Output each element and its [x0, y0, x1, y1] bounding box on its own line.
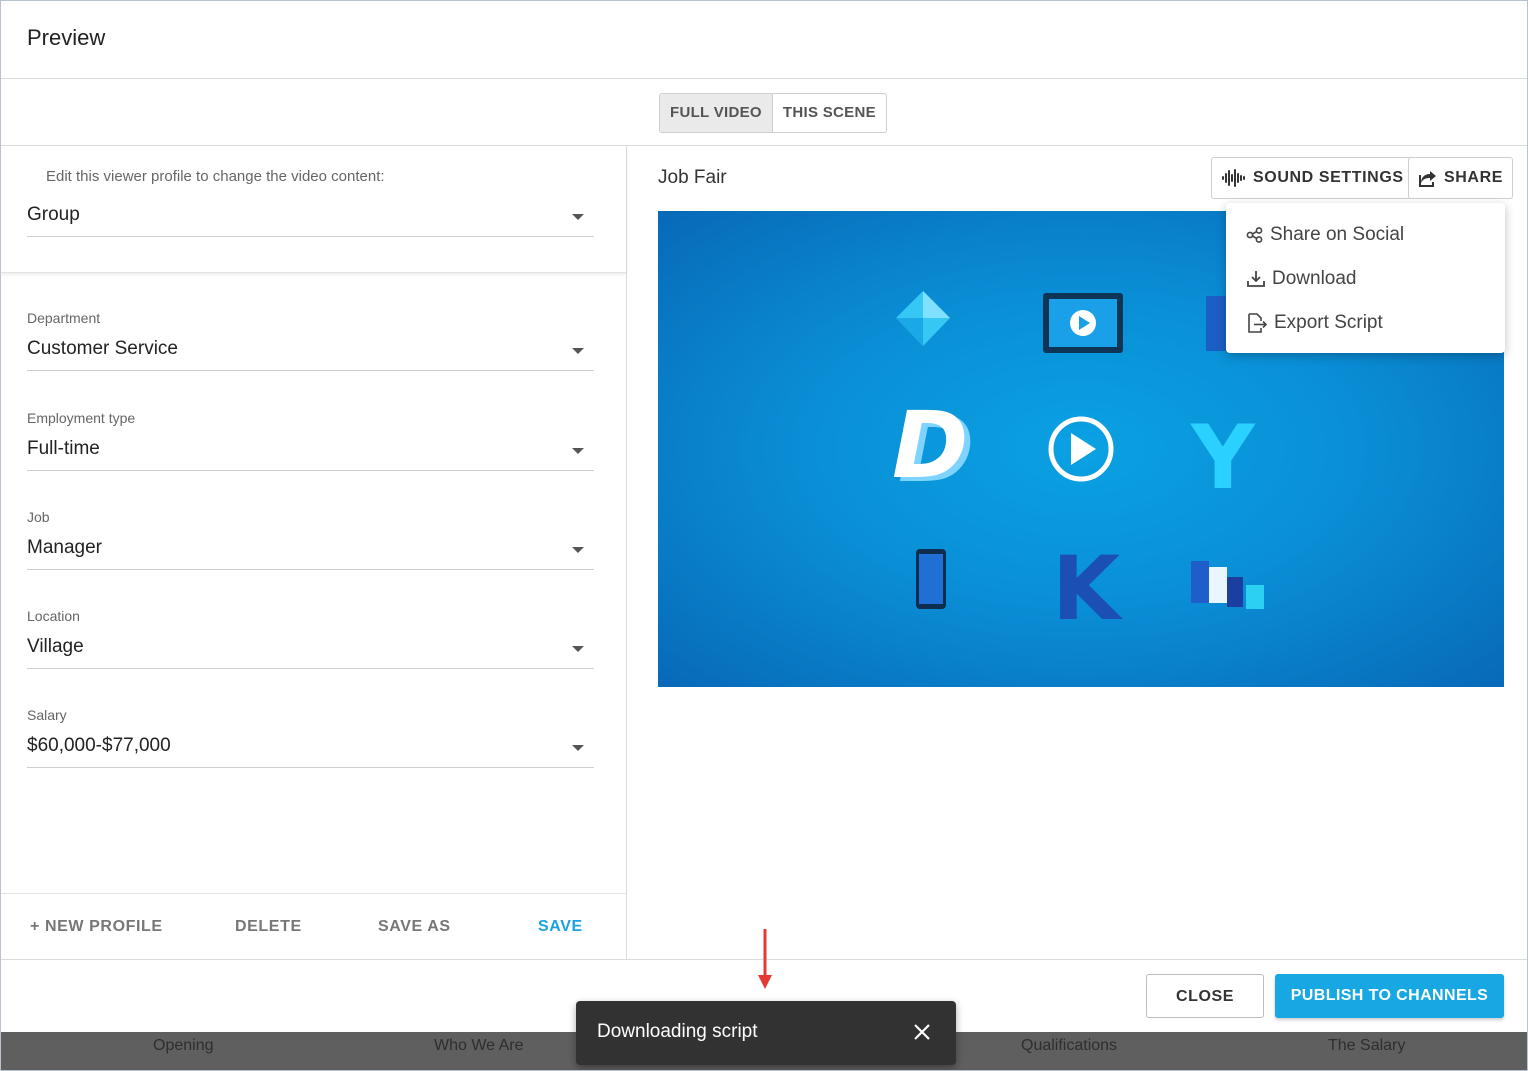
- employment-type-value: Full-time: [27, 438, 100, 459]
- viewer-profile-section: Edit this viewer profile to change the v…: [1, 146, 626, 273]
- view-toggle: FULL VIDEO THIS SCENE: [659, 93, 887, 133]
- export-script-item[interactable]: Export Script: [1246, 308, 1383, 338]
- toast-message: Downloading script: [597, 1021, 758, 1042]
- salary-value: $60,000-$77,000: [27, 735, 171, 756]
- profile-actions: + NEW PROFILE DELETE SAVE AS SAVE: [1, 893, 626, 960]
- department-select[interactable]: Customer Service: [27, 332, 594, 371]
- salary-select[interactable]: $60,000-$77,000: [27, 729, 594, 768]
- dialog-title: Preview: [27, 25, 106, 50]
- scene-tab-qualifications[interactable]: Qualifications: [1021, 1037, 1117, 1055]
- partial-shape-icon: [1206, 296, 1228, 351]
- share-icon: [1419, 171, 1436, 187]
- close-icon[interactable]: [912, 1022, 932, 1042]
- export-script-label: Export Script: [1274, 312, 1383, 333]
- publish-to-channels-button[interactable]: PUBLISH TO CHANNELS: [1275, 974, 1504, 1018]
- download-label: Download: [1272, 268, 1357, 289]
- chevron-down-icon: [572, 646, 584, 652]
- profile-panel: Edit this viewer profile to change the v…: [1, 146, 627, 959]
- share-on-social-label: Share on Social: [1270, 224, 1405, 245]
- view-toggle-bar: FULL VIDEO THIS SCENE: [1, 79, 1527, 146]
- letter-d: D: [892, 392, 968, 499]
- job-label: Job: [27, 509, 50, 525]
- share-label: SHARE: [1444, 169, 1504, 186]
- tablet-play-icon: [1043, 293, 1123, 353]
- location-label: Location: [27, 608, 80, 624]
- job-value: Manager: [27, 537, 102, 558]
- profile-hint: Edit this viewer profile to change the v…: [46, 168, 385, 185]
- profile-select-value: Group: [27, 204, 80, 225]
- sound-settings-button[interactable]: SOUND SETTINGS: [1211, 157, 1414, 199]
- smartphone-icon: [916, 549, 946, 609]
- share-menu: Share on Social Download Export Script: [1226, 203, 1505, 353]
- download-icon: [1247, 271, 1265, 287]
- this-scene-toggle[interactable]: THIS SCENE: [773, 94, 886, 132]
- letter-k: K: [1052, 537, 1123, 640]
- dialog-header: Preview: [1, 1, 1527, 79]
- letter-y: Y: [1190, 406, 1256, 509]
- download-toast: Downloading script: [576, 1001, 956, 1065]
- play-button-icon: [1048, 416, 1114, 482]
- share-button[interactable]: SHARE: [1408, 157, 1514, 199]
- chevron-down-icon: [572, 214, 584, 220]
- employment-type-select[interactable]: Full-time: [27, 432, 594, 471]
- annotation-arrow-icon: [758, 929, 772, 989]
- chevron-down-icon: [572, 448, 584, 454]
- delete-button[interactable]: DELETE: [235, 918, 302, 936]
- employment-type-label: Employment type: [27, 410, 136, 426]
- video-title: Job Fair: [658, 167, 727, 188]
- scene-tab-who-we-are[interactable]: Who We Are: [434, 1037, 524, 1055]
- scene-tab-the-salary[interactable]: The Salary: [1328, 1037, 1405, 1055]
- department-label: Department: [27, 310, 101, 326]
- bar-blocks-icon: [1191, 561, 1264, 609]
- diamond-icon: [896, 291, 950, 346]
- sound-settings-label: SOUND SETTINGS: [1253, 169, 1404, 186]
- profile-select[interactable]: Group: [27, 198, 594, 237]
- chevron-down-icon: [572, 348, 584, 354]
- full-video-toggle[interactable]: FULL VIDEO: [660, 94, 773, 132]
- job-select[interactable]: Manager: [27, 531, 594, 570]
- download-item[interactable]: Download: [1246, 264, 1357, 294]
- chevron-down-icon: [572, 547, 584, 553]
- share-nodes-icon: [1246, 227, 1263, 243]
- location-select[interactable]: Village: [27, 630, 594, 669]
- new-profile-button[interactable]: + NEW PROFILE: [30, 918, 163, 936]
- chevron-down-icon: [572, 745, 584, 751]
- scene-tab-opening[interactable]: Opening: [153, 1037, 214, 1055]
- share-on-social-item[interactable]: Share on Social: [1246, 220, 1404, 250]
- preview-dialog: Preview FULL VIDEO THIS SCENE Edit this …: [0, 0, 1528, 1071]
- location-value: Village: [27, 636, 84, 657]
- department-value: Customer Service: [27, 338, 178, 359]
- close-button[interactable]: CLOSE: [1146, 974, 1264, 1018]
- waveform-icon: [1222, 169, 1245, 187]
- save-as-button[interactable]: SAVE AS: [378, 918, 451, 936]
- save-button[interactable]: SAVE: [538, 918, 583, 936]
- export-icon: [1248, 313, 1268, 333]
- salary-label: Salary: [27, 707, 67, 723]
